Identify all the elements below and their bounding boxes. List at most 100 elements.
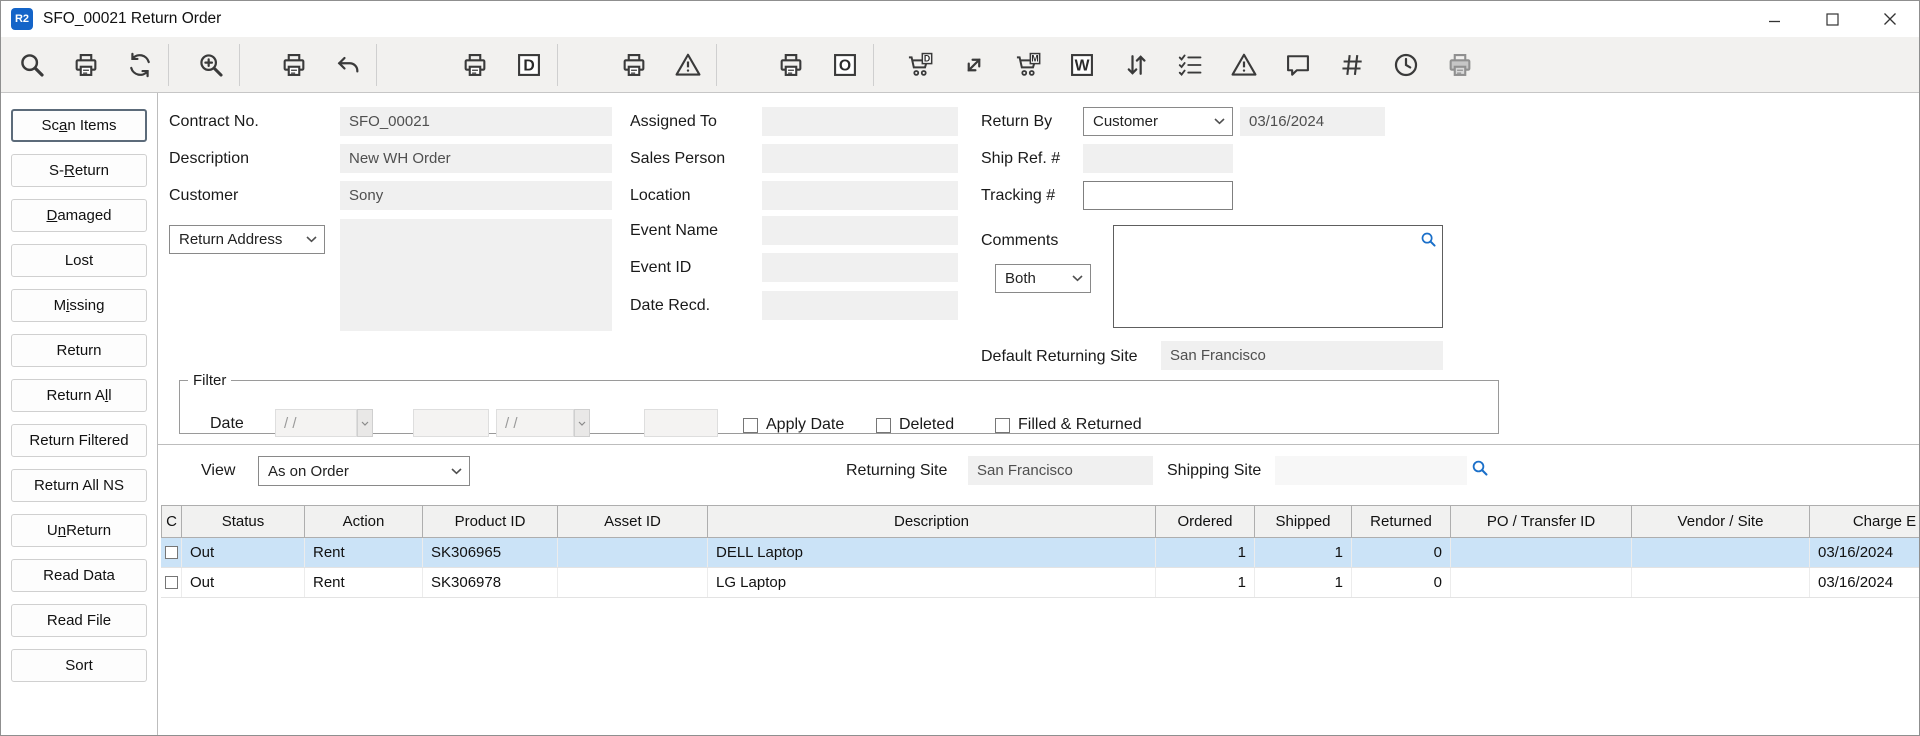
chevron-down-icon <box>1072 275 1083 282</box>
shipping-site-label: Shipping Site <box>1167 462 1261 480</box>
sales-person-field[interactable] <box>762 144 958 173</box>
cell-asset-id <box>558 538 708 567</box>
cell-vendor-site <box>1632 538 1810 567</box>
event-name-field[interactable] <box>762 216 958 245</box>
location-field[interactable] <box>762 181 958 210</box>
return-by-combo[interactable]: Customer <box>1083 107 1233 136</box>
app-window: R2 SFO_00021 Return Order DODMW Scan Ite… <box>0 0 1920 736</box>
cell-description: DELL Laptop <box>708 538 1156 567</box>
filled-returned-checkbox[interactable]: Filled & Returned <box>995 416 1142 434</box>
shipping-site-field[interactable] <box>1275 456 1467 485</box>
view-combo-value: As on Order <box>268 463 349 480</box>
cell-description: LG Laptop <box>708 568 1156 597</box>
apply-date-checkbox-label: Apply Date <box>766 416 844 434</box>
column-header-status[interactable]: Status <box>182 505 305 538</box>
cell-action: Rent <box>305 538 423 567</box>
default-returning-site-field[interactable]: San Francisco <box>1161 341 1443 370</box>
filter-time-from-input[interactable] <box>413 409 489 437</box>
column-header-action[interactable]: Action <box>305 505 423 538</box>
cell-status: Out <box>182 568 305 597</box>
cell-returned: 0 <box>1352 568 1451 597</box>
filter-date-to-input[interactable]: / / <box>496 409 574 437</box>
section-divider <box>158 444 1919 445</box>
cell-po-transfer-id <box>1451 538 1632 567</box>
filled-returned-checkbox-label: Filled & Returned <box>1018 416 1142 434</box>
chevron-down-icon <box>306 236 317 243</box>
returning-site-label: Returning Site <box>846 462 947 480</box>
row-checkbox[interactable] <box>165 546 178 559</box>
comments-mode-combo-value: Both <box>1005 270 1036 287</box>
event-name-label: Event Name <box>630 222 718 240</box>
column-header-ordered[interactable]: Ordered <box>1156 505 1255 538</box>
filter-date-to-spinner[interactable] <box>574 409 590 437</box>
cell-charge-e: 03/16/2024 <box>1810 568 1919 597</box>
items-table: CStatusActionProduct IDAsset IDDescripti… <box>161 505 1919 598</box>
deleted-checkbox[interactable]: Deleted <box>876 416 954 434</box>
column-header-description[interactable]: Description <box>708 505 1156 538</box>
assigned-to-field[interactable] <box>762 107 958 136</box>
apply-date-checkbox[interactable]: Apply Date <box>743 416 844 434</box>
cell-action: Rent <box>305 568 423 597</box>
column-header-returned[interactable]: Returned <box>1352 505 1451 538</box>
table-header-row: CStatusActionProduct IDAsset IDDescripti… <box>161 505 1919 538</box>
filter-date-label: Date <box>210 415 244 433</box>
column-header-asset-id[interactable]: Asset ID <box>558 505 708 538</box>
filter-time-to-input[interactable] <box>644 409 718 437</box>
sales-person-label: Sales Person <box>630 150 725 168</box>
row-check-cell <box>161 568 182 597</box>
return-address-box[interactable] <box>340 219 612 331</box>
returning-site-field[interactable]: San Francisco <box>968 456 1153 485</box>
column-header-product-id[interactable]: Product ID <box>423 505 558 538</box>
event-id-field[interactable] <box>762 253 958 282</box>
return-address-combo-value: Return Address <box>179 231 282 248</box>
filter-date-from-spinner[interactable] <box>357 409 373 437</box>
return-by-label: Return By <box>981 113 1052 131</box>
return-address-combo[interactable]: Return Address <box>169 225 325 254</box>
cell-ordered: 1 <box>1156 568 1255 597</box>
column-header-shipped[interactable]: Shipped <box>1255 505 1352 538</box>
table-row[interactable]: OutRentSK306978LG Laptop11003/16/2024 <box>161 568 1919 598</box>
checkbox-box[interactable] <box>743 418 758 433</box>
return-by-combo-value: Customer <box>1093 113 1158 130</box>
contract-no-field[interactable]: SFO_00021 <box>340 107 612 136</box>
event-id-label: Event ID <box>630 259 691 277</box>
description-field[interactable]: New WH Order <box>340 144 612 173</box>
table-row[interactable]: OutRentSK306965DELL Laptop11003/16/2024 <box>161 538 1919 568</box>
chevron-down-icon <box>1214 118 1225 125</box>
view-combo[interactable]: As on Order <box>258 456 470 486</box>
filter-group: Filter Date / / / / Apply Date Deleted F… <box>179 372 1499 434</box>
filter-date-to-value: / / <box>505 415 518 432</box>
assigned-to-label: Assigned To <box>630 113 717 131</box>
main-panel: Contract No. SFO_00021 Description New W… <box>1 1 1919 735</box>
shipping-site-search-icon[interactable] <box>1471 459 1489 477</box>
cell-po-transfer-id <box>1451 568 1632 597</box>
customer-label: Customer <box>169 187 238 205</box>
row-check-cell <box>161 538 182 567</box>
customer-field[interactable]: Sony <box>340 181 612 210</box>
column-header-po-transfer-id[interactable]: PO / Transfer ID <box>1451 505 1632 538</box>
comments-box[interactable] <box>1113 225 1443 328</box>
date-recd-field[interactable] <box>762 291 958 320</box>
cell-ordered: 1 <box>1156 538 1255 567</box>
date-recd-label: Date Recd. <box>630 297 710 315</box>
cell-product-id: SK306978 <box>423 568 558 597</box>
comments-mode-combo[interactable]: Both <box>995 264 1091 293</box>
cell-product-id: SK306965 <box>423 538 558 567</box>
filter-date-from-input[interactable]: / / <box>275 409 357 437</box>
description-label: Description <box>169 150 249 168</box>
column-header-charge-e[interactable]: Charge E <box>1810 505 1919 538</box>
column-header-vendor-site[interactable]: Vendor / Site <box>1632 505 1810 538</box>
checkbox-box[interactable] <box>995 418 1010 433</box>
comments-search-icon[interactable] <box>1420 231 1437 248</box>
ship-ref-field[interactable] <box>1083 144 1233 173</box>
row-checkbox[interactable] <box>165 576 178 589</box>
cell-returned: 0 <box>1352 538 1451 567</box>
cell-vendor-site <box>1632 568 1810 597</box>
deleted-checkbox-label: Deleted <box>899 416 954 434</box>
column-header-c[interactable]: C <box>161 505 182 538</box>
ship-ref-label: Ship Ref. # <box>981 150 1060 168</box>
checkbox-box[interactable] <box>876 418 891 433</box>
return-by-date-field[interactable]: 03/16/2024 <box>1240 107 1385 136</box>
tracking-input[interactable] <box>1083 181 1233 210</box>
chevron-down-icon <box>451 468 462 475</box>
